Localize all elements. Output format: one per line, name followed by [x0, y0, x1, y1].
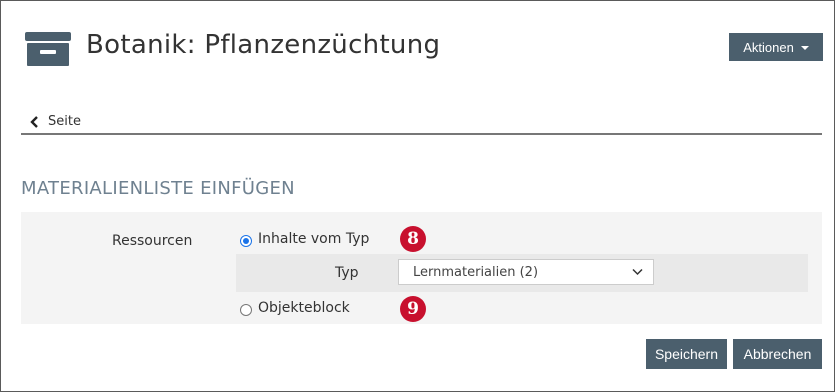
page-title: Botanik: Pflanzenzüchtung [86, 30, 441, 60]
archive-box-icon [25, 32, 71, 66]
cancel-button[interactable]: Abbrechen [733, 339, 822, 369]
callout-badge-9: 9 [400, 296, 426, 322]
back-link-label: Seite [48, 114, 81, 129]
chevron-left-icon [30, 115, 38, 128]
type-label: Typ [335, 265, 359, 281]
callout-badge-8: 8 [400, 226, 426, 252]
type-select-value: Lernmaterialien (2) [413, 264, 539, 280]
back-link[interactable]: Seite [30, 114, 81, 129]
save-button[interactable]: Speichern [646, 339, 727, 369]
actions-dropdown-button[interactable]: Aktionen [729, 33, 823, 61]
caret-down-icon [800, 46, 809, 50]
actions-button-label: Aktionen [743, 39, 794, 55]
radio-content-type-label[interactable]: Inhalte vom Typ [258, 231, 369, 247]
chevron-down-icon [632, 268, 643, 276]
radio-object-block-label[interactable]: Objekteblock [258, 300, 350, 316]
radio-object-block[interactable] [240, 304, 252, 316]
nav-divider [21, 133, 822, 135]
type-select[interactable]: Lernmaterialien (2) [398, 259, 654, 285]
section-title: MATERIALIENLISTE EINFÜGEN [21, 178, 295, 199]
radio-content-type[interactable] [240, 235, 252, 247]
resources-label: Ressourcen [112, 233, 193, 249]
